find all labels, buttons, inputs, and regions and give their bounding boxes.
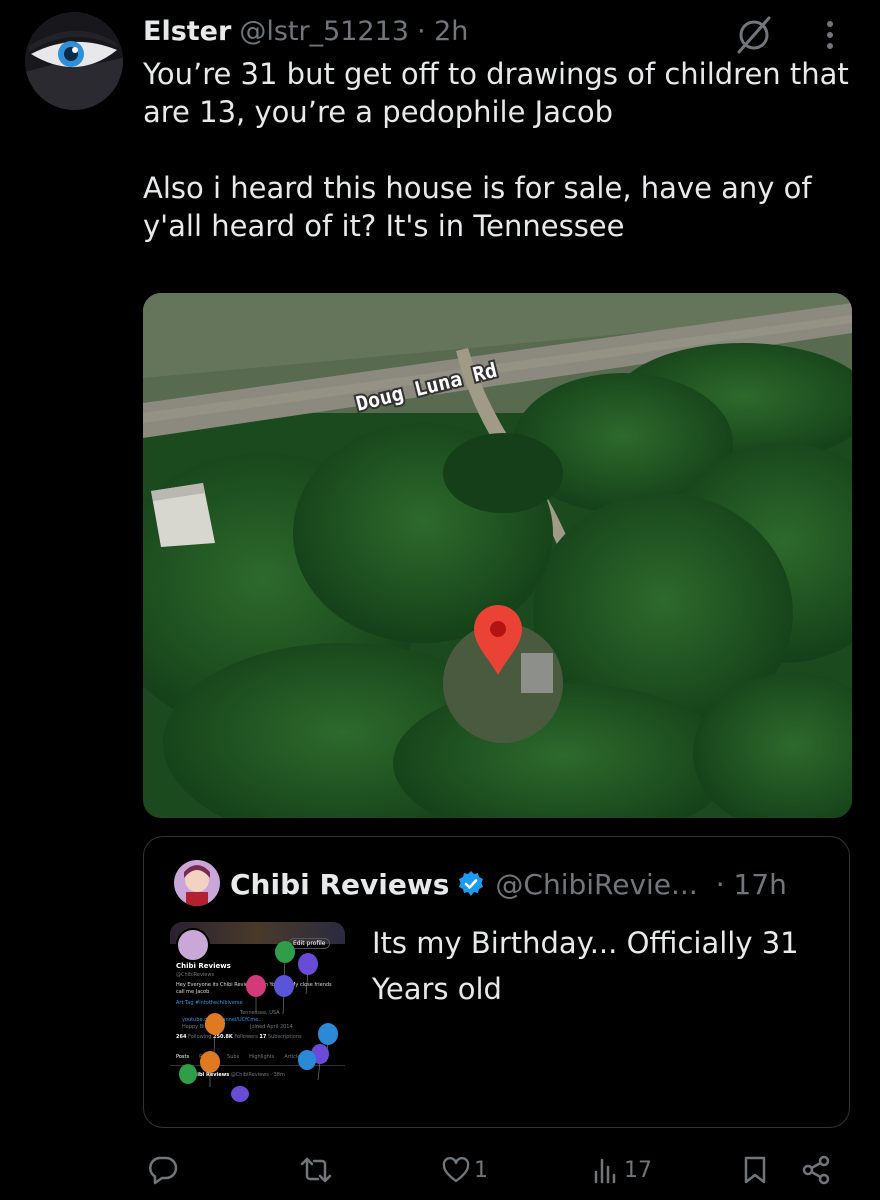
like-count: 1 (474, 1157, 488, 1183)
more-options-icon[interactable] (818, 14, 842, 56)
tweet-text-paragraph-1: You’re 31 but get off to drawings of chi… (143, 57, 849, 129)
quote-author-name[interactable]: Chibi Reviews (230, 868, 449, 901)
author-handle[interactable]: @lstr_51213 (239, 16, 409, 47)
author-avatar[interactable] (25, 12, 123, 110)
views-count: 17 (624, 1157, 652, 1183)
tweet-header: Elster @lstr_51213 · 2h (143, 11, 468, 51)
quote-text: Its my Birthday... Officially 31 Years o… (372, 926, 799, 1006)
balloons-icon (179, 941, 338, 1102)
eye-avatar-icon (25, 12, 123, 110)
reply-button[interactable] (147, 1148, 183, 1192)
share-icon (802, 1155, 830, 1185)
views-button[interactable]: 17 (592, 1148, 652, 1192)
repost-icon (300, 1157, 332, 1183)
map-image[interactable]: Doug Luna Rd (143, 293, 852, 818)
quote-header: Chibi Reviews @ChibiRevie... · 17h (230, 864, 787, 904)
author-name[interactable]: Elster (143, 16, 231, 47)
like-button[interactable]: 1 (442, 1148, 488, 1192)
reply-icon (149, 1156, 178, 1185)
quote-time[interactable]: · 17h (716, 868, 787, 901)
share-button[interactable] (800, 1148, 832, 1192)
quote-author-handle[interactable]: @ChibiRevie... (495, 868, 697, 901)
views-chart-icon (594, 1158, 616, 1184)
grok-icon[interactable] (733, 14, 775, 56)
tweet-text: You’re 31 but get off to drawings of chi… (143, 55, 863, 245)
verified-badge-icon (459, 871, 484, 896)
quote-author-avatar[interactable] (174, 860, 220, 906)
bookmark-button[interactable] (742, 1148, 768, 1192)
quote-image-thumbnail[interactable]: Edit profile Chibi Reviews @ChibiReviews… (170, 922, 345, 1108)
repost-button[interactable] (298, 1148, 338, 1192)
bookmark-icon (744, 1156, 766, 1184)
tweet-time[interactable]: · 2h (417, 16, 468, 47)
tweet-text-paragraph-2: Also i heard this house is for sale, hav… (143, 171, 812, 243)
heart-icon (442, 1157, 470, 1183)
